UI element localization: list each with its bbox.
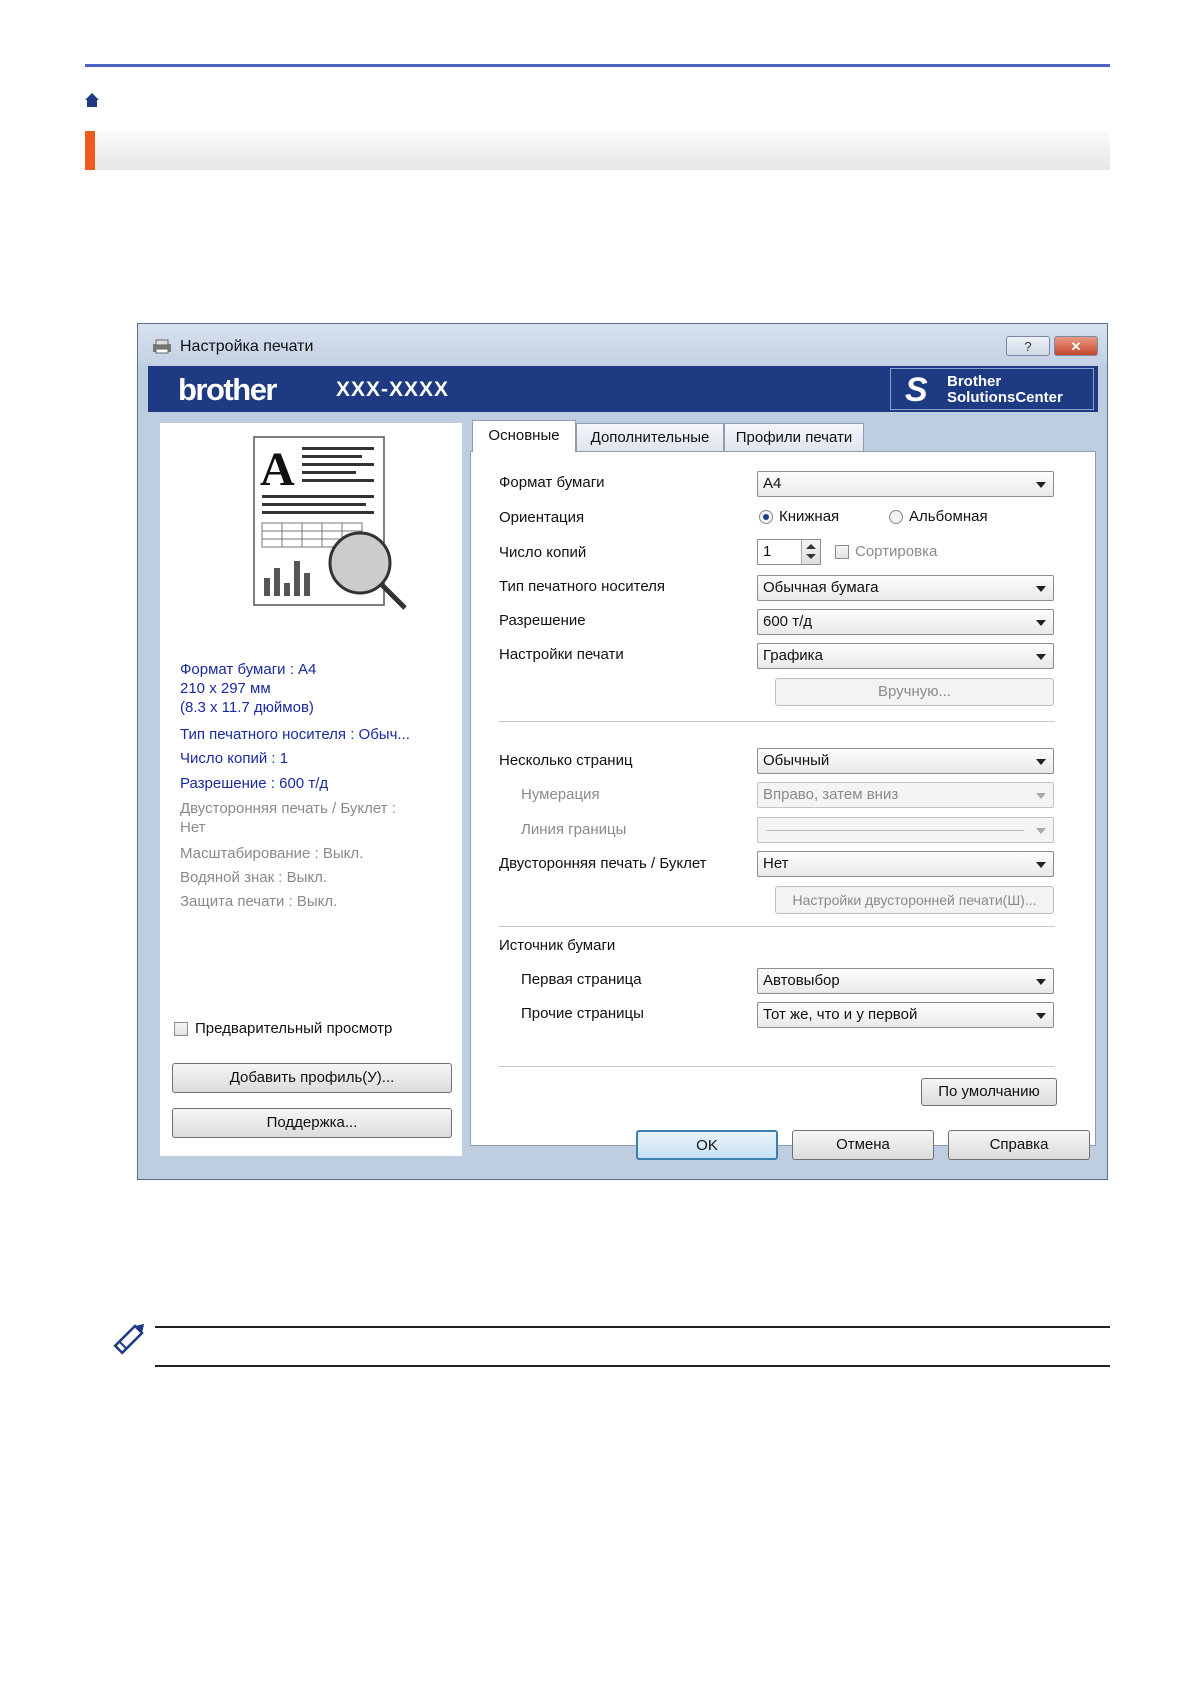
titlebar-close-button[interactable]: ✕	[1054, 336, 1098, 356]
section-title-band	[95, 131, 1110, 170]
paper-source-label: Источник бумаги	[499, 937, 616, 954]
separator	[499, 1066, 1055, 1067]
summary-copies: Число копий : 1	[180, 750, 289, 767]
help-button[interactable]: Справка	[948, 1130, 1090, 1160]
svg-text:A: A	[260, 443, 295, 496]
add-profile-button[interactable]: Добавить профиль(У)...	[172, 1063, 452, 1093]
chevron-up-icon	[806, 544, 816, 549]
summary-paper-dims-in: (8.3 x 11.7 дюймов)	[180, 699, 314, 716]
print-settings-select[interactable]: Графика	[757, 643, 1054, 669]
tab-print-profiles[interactable]: Профили печати	[724, 423, 864, 451]
chevron-down-icon	[1036, 759, 1046, 765]
manual-button[interactable]: Вручную...	[775, 678, 1054, 706]
summary-paper-size: Формат бумаги : A4	[180, 661, 317, 678]
media-type-select[interactable]: Обычная бумага	[757, 575, 1054, 601]
chevron-down-icon	[806, 554, 816, 559]
copies-stepper[interactable]	[801, 540, 820, 564]
print-settings-label: Настройки печати	[499, 646, 624, 663]
settings-summary-panel: A Формат бумаги : A4 210 x 297 мм (8.3 x…	[160, 423, 462, 1156]
orientation-label: Ориентация	[499, 509, 585, 526]
page-order-label: Нумерация	[521, 786, 600, 803]
chevron-down-icon	[1036, 1013, 1046, 1019]
brother-logo: brother	[178, 372, 278, 407]
duplex-settings-button[interactable]: Настройки двусторонней печати(Ш)...	[775, 886, 1054, 914]
titlebar-help-button[interactable]: ?	[1006, 336, 1050, 356]
note-rule-bottom	[155, 1365, 1110, 1367]
collate-label: Сортировка	[855, 543, 938, 560]
model-name: XXX-XXXX	[336, 378, 450, 401]
duplex-select[interactable]: Нет	[757, 851, 1054, 877]
note-rule-top	[155, 1326, 1110, 1328]
collate-checkbox[interactable]	[835, 545, 849, 559]
summary-duplex-value: Нет	[180, 819, 206, 836]
summary-paper-dims-mm: 210 x 297 мм	[180, 680, 271, 697]
separator	[499, 926, 1055, 927]
pencil-icon	[110, 1318, 150, 1363]
chevron-down-icon	[1036, 979, 1046, 985]
section-accent	[85, 131, 95, 170]
paper-size-label: Формат бумаги	[499, 474, 605, 491]
solutions-center-icon: S	[905, 371, 928, 409]
multi-page-select[interactable]: Обычный	[757, 748, 1054, 774]
chevron-down-icon	[1036, 482, 1046, 488]
header-rule	[85, 64, 1110, 67]
solutions-center-label: Brother SolutionsCenter	[947, 373, 1063, 406]
preview-label: Предварительный просмотр	[195, 1020, 393, 1037]
summary-watermark: Водяной знак : Выкл.	[180, 869, 328, 886]
chevron-down-icon	[1036, 828, 1046, 834]
chevron-down-icon	[1036, 654, 1046, 660]
chevron-down-icon	[1036, 793, 1046, 799]
solutions-center-button[interactable]: S Brother SolutionsCenter	[890, 368, 1094, 410]
chevron-down-icon	[1036, 620, 1046, 626]
home-icon[interactable]	[84, 92, 100, 113]
page-order-select[interactable]: Вправо, затем вниз	[757, 782, 1054, 808]
other-pages-select[interactable]: Тот же, что и у первой	[757, 1002, 1054, 1028]
first-page-label: Первая страница	[521, 971, 642, 988]
landscape-radio[interactable]	[889, 510, 903, 524]
landscape-label: Альбомная	[909, 508, 988, 525]
dialog-titlebar: Настройка печати ? ✕	[138, 324, 1107, 364]
copies-input[interactable]: 1	[757, 539, 821, 565]
tab-advanced[interactable]: Дополнительные	[576, 423, 724, 451]
summary-duplex: Двусторонняя печать / Буклет :	[180, 800, 396, 817]
portrait-radio[interactable]	[759, 510, 773, 524]
support-button[interactable]: Поддержка...	[172, 1108, 452, 1138]
default-button[interactable]: По умолчанию	[921, 1078, 1057, 1106]
page-preview-icon: A	[250, 433, 420, 618]
summary-media-type: Тип печатного носителя : Обыч...	[180, 726, 410, 743]
summary-scaling: Масштабирование : Выкл.	[180, 845, 364, 862]
brand-bar: brother XXX-XXXX S Brother SolutionsCent…	[148, 366, 1098, 412]
printer-icon	[150, 338, 174, 359]
copies-label: Число копий	[499, 544, 587, 561]
border-line-select[interactable]	[757, 817, 1054, 843]
separator	[499, 721, 1055, 722]
chevron-down-icon	[1036, 586, 1046, 592]
first-page-select[interactable]: Автовыбор	[757, 968, 1054, 994]
summary-secure-print: Защита печати : Выкл.	[180, 893, 338, 910]
cancel-button[interactable]: Отмена	[792, 1130, 934, 1160]
print-settings-dialog: Настройка печати ? ✕ brother XXX-XXXX S …	[137, 323, 1108, 1180]
portrait-label: Книжная	[779, 508, 840, 525]
chevron-down-icon	[1036, 862, 1046, 868]
border-line-label: Линия границы	[521, 821, 627, 838]
other-pages-label: Прочие страницы	[521, 1005, 644, 1022]
paper-size-select[interactable]: A4	[757, 471, 1054, 497]
dialog-title: Настройка печати	[180, 338, 314, 355]
basic-tab-content: Формат бумаги A4 Ориентация Книжная Альб…	[470, 451, 1096, 1146]
media-type-label: Тип печатного носителя	[499, 578, 666, 595]
multi-page-label: Несколько страниц	[499, 752, 633, 769]
duplex-label: Двусторонняя печать / Буклет	[499, 855, 707, 872]
resolution-label: Разрешение	[499, 612, 586, 629]
preview-checkbox[interactable]	[174, 1022, 188, 1036]
tab-basic[interactable]: Основные	[472, 420, 576, 452]
summary-resolution: Разрешение : 600 т/д	[180, 775, 329, 792]
ok-button[interactable]: OK	[636, 1130, 778, 1160]
resolution-select[interactable]: 600 т/д	[757, 609, 1054, 635]
tabs-area: Основные Дополнительные Профили печати Ф…	[470, 420, 1100, 1173]
